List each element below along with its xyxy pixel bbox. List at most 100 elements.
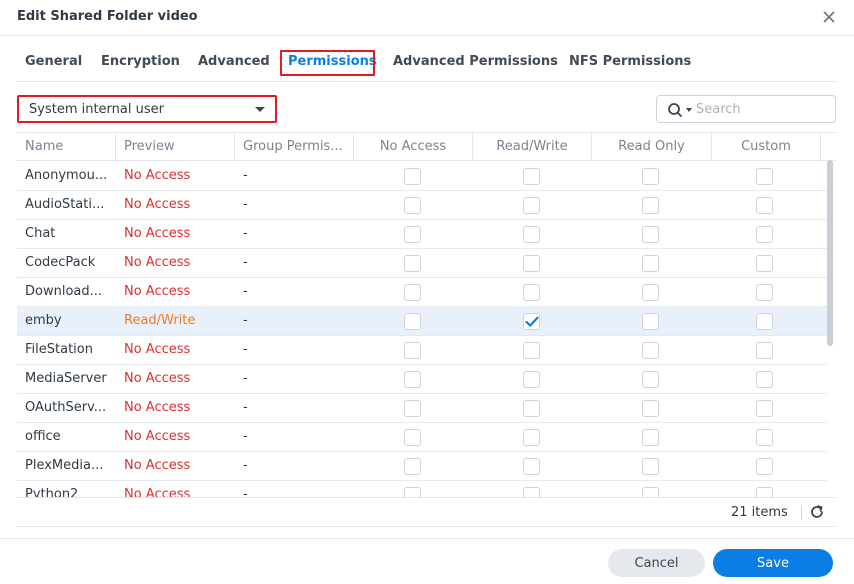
no-access-checkbox[interactable]	[404, 313, 421, 330]
search-input[interactable]	[696, 100, 826, 118]
custom-checkbox[interactable]	[756, 255, 773, 272]
table-row[interactable]: OAuthServ... No Access -	[17, 394, 827, 423]
tab-general[interactable]: General	[25, 54, 82, 69]
cell-name: Python2	[25, 487, 79, 497]
cell-preview: No Access	[124, 429, 191, 444]
no-access-checkbox[interactable]	[404, 400, 421, 417]
custom-checkbox[interactable]	[756, 168, 773, 185]
table-row[interactable]: CodecPack No Access -	[17, 249, 827, 278]
tab-advanced-permissions[interactable]: Advanced Permissions	[393, 54, 558, 69]
read-only-checkbox[interactable]	[642, 168, 659, 185]
refresh-icon[interactable]	[809, 504, 825, 520]
cell-name: Chat	[25, 226, 56, 241]
read-only-checkbox[interactable]	[642, 226, 659, 243]
read-only-checkbox[interactable]	[642, 400, 659, 417]
read-only-checkbox[interactable]	[642, 371, 659, 388]
item-count: 21 items	[731, 505, 788, 520]
column-header-read-write[interactable]: Read/Write	[473, 133, 592, 161]
save-button[interactable]: Save	[713, 549, 833, 577]
read-write-checkbox[interactable]	[523, 284, 540, 301]
cell-preview: No Access	[124, 284, 191, 299]
column-header-custom[interactable]: Custom	[712, 133, 821, 161]
close-icon[interactable]	[820, 8, 838, 26]
custom-checkbox[interactable]	[756, 313, 773, 330]
read-only-checkbox[interactable]	[642, 284, 659, 301]
column-header-group-permission[interactable]: Group Permis...	[235, 133, 354, 161]
custom-checkbox[interactable]	[756, 371, 773, 388]
custom-checkbox[interactable]	[756, 487, 773, 497]
table-row[interactable]: AudioStati... No Access -	[17, 191, 827, 220]
no-access-checkbox[interactable]	[404, 168, 421, 185]
read-only-checkbox[interactable]	[642, 458, 659, 475]
read-write-checkbox[interactable]	[523, 400, 540, 417]
column-header-preview[interactable]: Preview	[116, 133, 235, 161]
search-icon[interactable]	[667, 102, 685, 118]
tab-encryption[interactable]: Encryption	[101, 54, 180, 69]
tab-nfs-permissions[interactable]: NFS Permissions	[569, 54, 691, 69]
no-access-checkbox[interactable]	[404, 284, 421, 301]
custom-checkbox[interactable]	[756, 197, 773, 214]
table-row[interactable]: Download... No Access -	[17, 278, 827, 307]
table-row[interactable]: emby Read/Write -	[17, 307, 827, 336]
user-type-dropdown[interactable]: System internal user	[17, 95, 277, 123]
read-write-checkbox[interactable]	[523, 197, 540, 214]
table-header: Name Preview Group Permis... No Access R…	[17, 133, 836, 161]
cell-group-permission: -	[243, 313, 248, 328]
dialog-title: Edit Shared Folder video	[17, 9, 198, 24]
read-write-checkbox[interactable]	[523, 255, 540, 272]
search-box[interactable]	[656, 95, 836, 123]
custom-checkbox[interactable]	[756, 284, 773, 301]
cell-group-permission: -	[243, 371, 248, 386]
tab-bar: General Encryption Advanced Permissions …	[17, 48, 837, 82]
table-scrollbar[interactable]	[827, 160, 833, 346]
read-write-checkbox[interactable]	[523, 487, 540, 497]
checkmark-icon	[525, 316, 539, 327]
read-write-checkbox[interactable]	[523, 168, 540, 185]
no-access-checkbox[interactable]	[404, 371, 421, 388]
no-access-checkbox[interactable]	[404, 458, 421, 475]
read-only-checkbox[interactable]	[642, 255, 659, 272]
read-only-checkbox[interactable]	[642, 313, 659, 330]
search-filter-caret-icon[interactable]	[686, 108, 692, 112]
cell-name: Download...	[25, 284, 103, 299]
read-only-checkbox[interactable]	[642, 487, 659, 497]
read-write-checkbox[interactable]	[523, 342, 540, 359]
cell-preview: No Access	[124, 342, 191, 357]
read-only-checkbox[interactable]	[642, 342, 659, 359]
read-write-checkbox[interactable]	[523, 313, 540, 330]
table-row[interactable]: Python2 No Access -	[17, 481, 827, 497]
cell-name: office	[25, 429, 61, 444]
permissions-table: Name Preview Group Permis... No Access R…	[17, 132, 836, 497]
no-access-checkbox[interactable]	[404, 429, 421, 446]
no-access-checkbox[interactable]	[404, 487, 421, 497]
cancel-button[interactable]: Cancel	[608, 549, 705, 577]
read-only-checkbox[interactable]	[642, 429, 659, 446]
tab-advanced[interactable]: Advanced	[198, 54, 270, 69]
custom-checkbox[interactable]	[756, 400, 773, 417]
no-access-checkbox[interactable]	[404, 342, 421, 359]
read-write-checkbox[interactable]	[523, 226, 540, 243]
column-header-name[interactable]: Name	[17, 133, 116, 161]
table-row[interactable]: MediaServer No Access -	[17, 365, 827, 394]
column-header-read-only[interactable]: Read Only	[592, 133, 712, 161]
footer-divider-line	[0, 538, 854, 539]
cell-name: MediaServer	[25, 371, 107, 386]
custom-checkbox[interactable]	[756, 342, 773, 359]
no-access-checkbox[interactable]	[404, 226, 421, 243]
custom-checkbox[interactable]	[756, 226, 773, 243]
custom-checkbox[interactable]	[756, 429, 773, 446]
no-access-checkbox[interactable]	[404, 197, 421, 214]
table-row[interactable]: PlexMedia... No Access -	[17, 452, 827, 481]
table-row[interactable]: Chat No Access -	[17, 220, 827, 249]
table-row[interactable]: Anonymou... No Access -	[17, 162, 827, 191]
read-write-checkbox[interactable]	[523, 429, 540, 446]
read-write-checkbox[interactable]	[523, 371, 540, 388]
read-write-checkbox[interactable]	[523, 458, 540, 475]
no-access-checkbox[interactable]	[404, 255, 421, 272]
table-row[interactable]: office No Access -	[17, 423, 827, 452]
column-header-no-access[interactable]: No Access	[354, 133, 473, 161]
table-row[interactable]: FileStation No Access -	[17, 336, 827, 365]
custom-checkbox[interactable]	[756, 458, 773, 475]
read-only-checkbox[interactable]	[642, 197, 659, 214]
cell-preview: No Access	[124, 226, 191, 241]
